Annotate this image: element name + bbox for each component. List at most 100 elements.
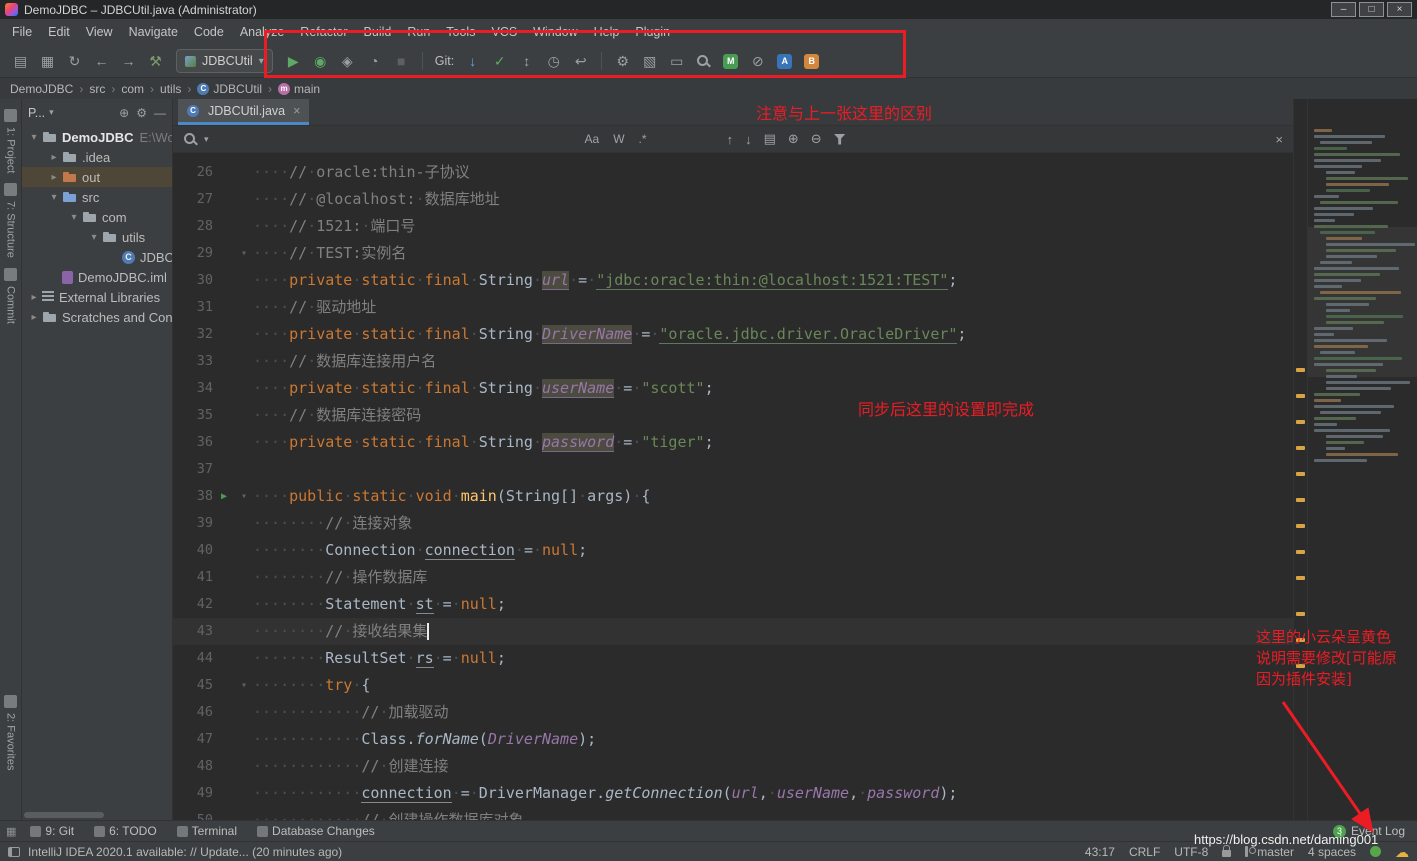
code-line[interactable]: 41 ········//·操作数据库 [173,564,1293,591]
tree-item-out[interactable]: ▸ out [22,167,172,187]
code-line[interactable]: 32 ····private·static·final·String·Driver… [173,321,1293,348]
code-line[interactable]: 42 ········Statement·st·=·null; [173,591,1293,618]
menu-item-code[interactable]: Code [186,22,232,42]
gutter[interactable]: 33 [173,348,253,375]
tool-window-button-7-structure[interactable]: 7: Structure [0,178,21,263]
gutter[interactable]: 49 [173,780,253,807]
project-structure-icon[interactable]: ▧ [637,49,662,74]
tree-collapsed-icon[interactable]: ▸ [48,152,60,163]
breadcrumb-item-utils[interactable]: utils [160,82,181,96]
remove-occurrence-icon[interactable]: ⊖ [811,131,822,147]
tree-item-src[interactable]: ▾ src [22,187,172,207]
tree-item-utils[interactable]: ▾ utils [22,227,172,247]
line-separator[interactable]: CRLF [1129,845,1160,859]
gutter[interactable]: 37 [173,456,253,483]
code-line[interactable]: 46 ············//·加载驱动 [173,699,1293,726]
code-line[interactable]: 34 ····private·static·final·String·userNa… [173,375,1293,402]
code-line[interactable]: 39 ········//·连接对象 [173,510,1293,537]
breadcrumb-item-demojdbc[interactable]: DemoJDBC [10,82,73,96]
tree-expanded-icon[interactable]: ▾ [68,212,80,223]
tree-collapsed-icon[interactable]: ▸ [48,172,60,183]
code-line[interactable]: 26 ····//·oracle:thin-子协议 [173,159,1293,186]
tool-window-button-1-project[interactable]: 1: Project [0,104,21,178]
code-line[interactable]: 29 ▾ ····//·TEST:实例名 [173,240,1293,267]
menu-item-run[interactable]: Run [399,22,438,42]
search-everywhere-icon[interactable] [691,49,716,74]
gutter[interactable]: 34 [173,375,253,402]
coverage-icon[interactable]: ◈ [335,49,360,74]
gutter[interactable]: 26 [173,159,253,186]
tool-window-button-commit[interactable]: Commit [0,263,21,329]
maximize-button[interactable]: □ [1359,2,1384,17]
sync-icon[interactable]: ↻ [62,49,87,74]
previous-occurrence-icon[interactable]: ↑ [727,132,734,147]
run-icon[interactable]: ▶ [281,49,306,74]
git-update-icon[interactable]: ↓ [460,49,485,74]
translation-cloud-icon[interactable]: ☁ [1395,845,1409,859]
gutter[interactable]: 31 [173,294,253,321]
menu-item-refactor[interactable]: Refactor [292,22,355,42]
menu-item-window[interactable]: Window [525,22,585,42]
tool-tab-database-changes[interactable]: Database Changes [249,822,383,840]
close-tab-icon[interactable]: × [293,104,300,118]
code-line[interactable]: 37 [173,456,1293,483]
project-view-dropdown[interactable]: P... ▾ [28,106,54,120]
gutter[interactable]: 28 [173,213,253,240]
run-method-icon[interactable]: ▶ [213,483,235,510]
tree-collapsed-icon[interactable]: ▸ [28,312,40,323]
code-line[interactable]: 48 ············//·创建连接 [173,753,1293,780]
forward-icon[interactable]: → [116,49,141,74]
code-line[interactable]: 31 ····//·驱动地址 [173,294,1293,321]
tool-tab-6-todo[interactable]: 6: TODO [86,822,165,840]
menu-item-help[interactable]: Help [586,22,628,42]
gutter[interactable]: 32 [173,321,253,348]
gear-icon[interactable]: ⚙ [136,106,147,120]
search-history-icon[interactable]: ▾ [204,134,209,145]
readonly-lock-icon[interactable] [1222,844,1232,857]
code-line[interactable]: 40 ········Connection·connection·=·null; [173,537,1293,564]
tree-item-com[interactable]: ▾ com [22,207,172,227]
code-line[interactable]: 45 ▾ ········try·{ [173,672,1293,699]
tool-tab-9-git[interactable]: 9: Git [22,822,82,840]
tree-item-external-libraries[interactable]: ▸ External Libraries [22,287,172,307]
next-occurrence-icon[interactable]: ↓ [745,132,752,147]
gutter[interactable]: 35 [173,402,253,429]
gutter[interactable]: 42 [173,591,253,618]
tree-item-demojdbc-iml[interactable]: DemoJDBC.iml [22,267,172,287]
menu-item-build[interactable]: Build [356,22,400,42]
breadcrumb-item-src[interactable]: src [89,82,105,96]
save-all-icon[interactable]: ▦ [35,49,60,74]
code-line[interactable]: 27 ····//·@localhost:·数据库地址 [173,186,1293,213]
filter-icon[interactable] [833,133,846,145]
fold-marker-icon[interactable]: ▾ [235,672,253,699]
back-icon[interactable]: ← [89,49,114,74]
locate-file-icon[interactable]: ⊕ [119,106,129,120]
menu-item-file[interactable]: File [4,22,40,42]
code-line[interactable]: 38 ▶ ▾ ····public·static·void·main(String[]… [173,483,1293,510]
regex-toggle[interactable]: .* [635,131,651,147]
translate-icon[interactable]: A [772,49,797,74]
code-line[interactable]: 47 ············Class.forName(DriverName); [173,726,1293,753]
gutter[interactable]: 39 [173,510,253,537]
add-occurrence-icon[interactable]: ⊕ [788,131,799,147]
code-area[interactable]: 26 ····//·oracle:thin-子协议 27 ····//·@localh… [173,153,1293,820]
gutter[interactable]: 45 ▾ [173,672,253,699]
code-line[interactable]: 36 ····private·static·final·String·passwo… [173,429,1293,456]
code-line[interactable]: 49 ············connection·=·DriverManager… [173,780,1293,807]
gutter[interactable]: 47 [173,726,253,753]
tree-item-idea[interactable]: ▸ .idea [22,147,172,167]
tree-expanded-icon[interactable]: ▾ [28,132,40,143]
settings-wrench-icon[interactable]: ⚙ [610,49,635,74]
menu-item-plugin[interactable]: Plugin [627,22,678,42]
gutter[interactable]: 29 ▾ [173,240,253,267]
project-hscrollbar[interactable] [24,812,104,818]
error-stripe[interactable] [1293,99,1307,820]
statusbar-menu-icon[interactable] [8,846,20,857]
breadcrumb-item-jdbcutil[interactable]: C JDBCUtil [197,82,262,96]
menu-item-edit[interactable]: Edit [40,22,78,42]
menu-item-navigate[interactable]: Navigate [121,22,186,42]
open-icon[interactable]: ▤ [8,49,33,74]
caret-position[interactable]: 43:17 [1085,845,1115,859]
tool-window-button-2-favorites[interactable]: 2: Favorites [0,690,21,775]
inspections-off-icon[interactable]: ⊘ [745,49,770,74]
